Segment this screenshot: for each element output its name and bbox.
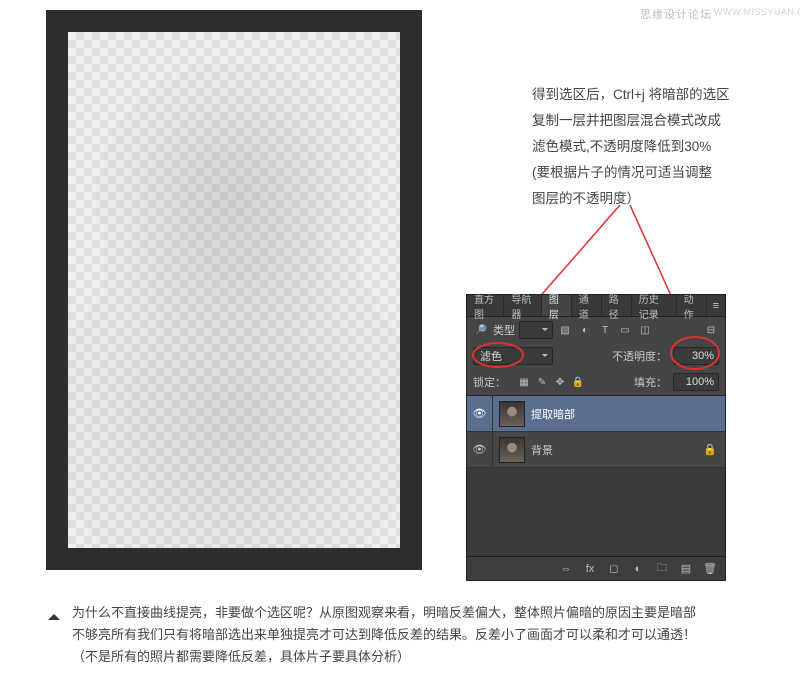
new-layer-icon[interactable]: ▤ — [675, 560, 697, 578]
lock-icons-group: ▦ ✎ ✥ 🔒 — [516, 375, 586, 389]
note-line: 为什么不直接曲线提亮，非要做个选区呢？从原图观察来看，明暗反差偏大，整体照片偏暗… — [72, 602, 762, 624]
watermark-site: 思缘设计论坛 — [640, 6, 712, 22]
lock-transparency-icon[interactable]: ▦ — [516, 375, 532, 389]
layers-panel: 直方图 导航器 图层 通道 路径 历史记录 动作 ≡ 🔎 类型 ▧ ◐ T ▭ … — [466, 294, 726, 581]
opacity-input[interactable]: 30% — [673, 347, 719, 365]
instruction-line: 滤色模式,不透明度降低到30% — [532, 134, 782, 160]
tab-layers[interactable]: 图层 — [542, 295, 572, 316]
group-icon[interactable]: 🗀 — [651, 560, 673, 578]
tab-history[interactable]: 历史记录 — [632, 295, 677, 316]
blend-opacity-row: 滤色 不透明度： 30% — [467, 343, 725, 369]
instruction-text: 得到选区后，Ctrl+j 将暗部的选区 复制一层并把图层混合模式改成 滤色模式,… — [532, 82, 782, 212]
visibility-toggle[interactable]: 👁 — [467, 396, 493, 431]
filter-label: 类型 — [493, 322, 515, 338]
tab-actions[interactable]: 动作 — [677, 295, 707, 316]
eye-icon: 👁 — [473, 407, 487, 420]
layer-name-label: 提取暗部 — [531, 406, 575, 422]
panel-bottom-bar: ⇔ fx ◻ ◐ 🗀 ▤ 🗑 — [467, 556, 725, 580]
adjustment-layer-icon[interactable]: ◐ — [627, 560, 649, 578]
blend-mode-select[interactable]: 滤色 — [473, 347, 553, 365]
instruction-line: 图层的不透明度） — [532, 186, 782, 212]
document-frame — [46, 10, 422, 570]
panel-tabstrip: 直方图 导航器 图层 通道 路径 历史记录 动作 ≡ — [467, 295, 725, 317]
layer-thumbnail[interactable] — [499, 401, 525, 427]
note-line: （不是所有的照片都需要降低反差，具体片子要具体分析） — [72, 646, 762, 668]
instruction-line: 得到选区后，Ctrl+j 将暗部的选区 — [532, 82, 782, 108]
layer-filter-row: 🔎 类型 ▧ ◐ T ▭ ◫ ⊟ — [467, 317, 725, 343]
fill-label: 填充： — [634, 374, 667, 390]
lock-fill-row: 锁定： ▦ ✎ ✥ 🔒 填充： 100% — [467, 369, 725, 395]
transparency-canvas[interactable] — [68, 32, 400, 548]
lock-pixels-icon[interactable]: ✎ — [534, 375, 550, 389]
layer-style-icon[interactable]: fx — [579, 560, 601, 578]
filter-pixel-icon[interactable]: ▧ — [557, 323, 573, 337]
tab-navigator[interactable]: 导航器 — [504, 295, 541, 316]
note-line: 不够亮所有我们只有将暗部选出来单独提亮才可达到降低反差的结果。反差小了画面才可以… — [72, 624, 762, 646]
tab-paths[interactable]: 路径 — [602, 295, 632, 316]
visibility-toggle[interactable]: 👁 — [467, 432, 493, 467]
lock-all-icon[interactable]: 🔒 — [570, 375, 586, 389]
lock-label: 锁定： — [473, 374, 506, 390]
instruction-line: 复制一层并把图层混合模式改成 — [532, 108, 782, 134]
tab-channels[interactable]: 通道 — [572, 295, 602, 316]
lock-icon: 🔒 — [703, 443, 717, 456]
layer-list: 👁 提取暗部 👁 背景 🔒 — [467, 395, 725, 556]
layer-row-background[interactable]: 👁 背景 🔒 — [467, 432, 725, 468]
filter-shape-icon[interactable]: ▭ — [617, 323, 633, 337]
filter-type-icon[interactable]: T — [597, 323, 613, 337]
link-layers-icon[interactable]: ⇔ — [555, 560, 577, 578]
layer-mask-icon[interactable]: ◻ — [603, 560, 625, 578]
filter-smart-icon[interactable]: ◫ — [637, 323, 653, 337]
fill-input[interactable]: 100% — [673, 373, 719, 391]
lock-position-icon[interactable]: ✥ — [552, 375, 568, 389]
note-triangle-marker — [48, 608, 60, 620]
search-icon[interactable]: 🔎 — [473, 323, 489, 337]
filter-adjust-icon[interactable]: ◐ — [577, 323, 593, 337]
delete-layer-icon[interactable]: 🗑 — [699, 560, 721, 578]
layer-name-label: 背景 — [531, 442, 553, 458]
panel-menu-icon[interactable]: ≡ — [707, 295, 725, 316]
bottom-note: 为什么不直接曲线提亮，非要做个选区呢？从原图观察来看，明暗反差偏大，整体照片偏暗… — [72, 602, 762, 668]
layer-row-extract-dark[interactable]: 👁 提取暗部 — [467, 396, 725, 432]
instruction-line: (要根据片子的情况可适当调整 — [532, 160, 782, 186]
layer-list-empty-area[interactable] — [467, 468, 725, 556]
layer-thumbnail[interactable] — [499, 437, 525, 463]
tab-histogram[interactable]: 直方图 — [467, 295, 504, 316]
opacity-label: 不透明度： — [612, 348, 667, 364]
eye-icon: 👁 — [473, 443, 487, 456]
filter-toggle-icon[interactable]: ⊟ — [703, 323, 719, 337]
filter-kind-select[interactable] — [519, 321, 553, 339]
watermark-url: WWW.MISSYUAN.COM — [714, 7, 800, 17]
